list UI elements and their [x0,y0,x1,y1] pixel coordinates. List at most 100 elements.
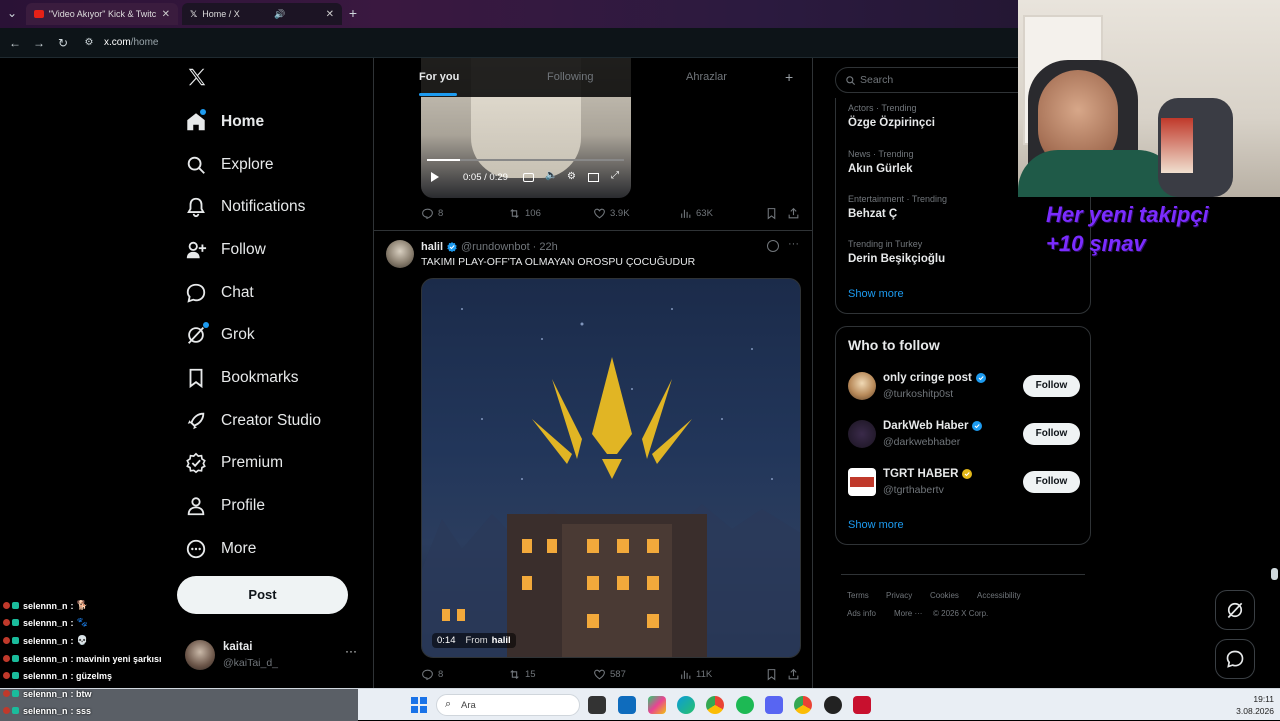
post-author[interactable]: halil [421,241,443,253]
app-icon[interactable] [853,696,871,714]
tab-ahrazlar[interactable]: Ahrazlar [686,58,727,97]
site-info-icon[interactable]: ⚙ [80,34,98,52]
who-to-follow-show-more-link[interactable]: Show more [848,519,904,531]
follow-button[interactable]: Follow [1023,375,1080,397]
share-button[interactable] [787,668,804,681]
volume-icon[interactable]: 🔈 [545,170,557,181]
pip-icon[interactable] [588,173,599,182]
sidebar-item-follow[interactable]: Follow [185,232,266,268]
share-button[interactable] [787,207,804,220]
sidebar-item-label: Premium [221,454,284,471]
active-tab-indicator [419,93,457,96]
post-more-icon[interactable]: ··· [788,238,799,250]
chrome-icon[interactable] [706,696,724,714]
sidebar-item-profile[interactable]: Profile [185,488,265,524]
like-button[interactable]: 3.9K [593,207,630,220]
avatar[interactable] [848,420,876,448]
sidebar-item-home[interactable]: Home [185,104,264,140]
taskbar-search[interactable]: ⌕ Ara [436,694,580,716]
back-icon[interactable]: ← [6,34,24,52]
suggested-account-name[interactable]: only cringe post [883,372,987,384]
copilot-icon[interactable] [648,696,666,714]
url-field[interactable]: x.com/home [104,32,1024,54]
video-progress-track[interactable] [427,159,624,161]
avatar[interactable] [848,468,876,496]
reply-button[interactable]: 8 [421,207,443,220]
sidebar-item-label: Follow [221,241,266,258]
taskbar-clock[interactable]: 19:11 3.08.2026 [1222,693,1274,717]
tab-following[interactable]: Following [547,58,593,97]
obs-icon[interactable] [824,696,842,714]
page-scrollbar-thumb[interactable] [1271,568,1278,580]
post-handle[interactable]: @rundownbot [461,241,530,253]
spotify-icon[interactable] [736,696,754,714]
task-view-icon[interactable] [588,696,606,714]
follow-button[interactable]: Follow [1023,423,1080,445]
settings-icon[interactable]: ⚙ [567,171,576,182]
sidebar-item-chat[interactable]: Chat [185,275,254,311]
tab-list-chevron-icon[interactable]: ⌄ [3,4,21,22]
forward-icon[interactable]: → [30,34,48,52]
footer-ads-info[interactable]: Ads info [847,609,876,618]
trends-show-more-link[interactable]: Show more [848,288,904,300]
footer-cookies[interactable]: Cookies [930,591,959,600]
footer-accessibility[interactable]: Accessibility [977,591,1021,600]
sidebar-item-explore[interactable]: Explore [185,147,274,183]
footer-privacy[interactable]: Privacy [886,591,912,600]
video-from-author[interactable]: halil [492,635,511,646]
sidebar-item-label: Creator Studio [221,412,321,429]
sidebar-item-grok[interactable]: Grok [185,317,255,353]
grok-floating-button[interactable] [1215,590,1255,630]
account-more-icon[interactable]: ··· [345,644,357,658]
new-tab-button[interactable]: + [344,4,362,22]
reload-icon[interactable]: ↻ [54,34,72,52]
sidebar-item-bookmarks[interactable]: Bookmarks [185,360,299,396]
browser-tab-home-x[interactable]: 𝕏 Home / X 🔊 ✕ [182,3,342,25]
sidebar-item-premium[interactable]: Premium [185,445,283,481]
bookmark-button[interactable] [765,207,782,220]
sidebar-item-notifications[interactable]: Notifications [185,189,305,225]
fullscreen-icon[interactable]: ⤢ [611,170,619,181]
repost-button[interactable]: 15 [508,668,536,681]
views-button[interactable]: 63K [679,207,713,220]
suggested-account-name[interactable]: DarkWeb Haber [883,420,983,432]
video-time: 0:05 / 0:29 [463,172,508,183]
close-tab-icon[interactable]: ✕ [320,9,334,20]
chat-floating-button[interactable] [1215,639,1255,679]
trend-category: Trending in Turkey [848,239,923,249]
follow-button[interactable]: Follow [1023,471,1080,493]
footer-terms[interactable]: Terms [847,591,869,600]
captions-icon[interactable] [523,173,534,182]
chrome-active-icon[interactable] [794,696,812,714]
footer-more[interactable]: More ··· [894,609,922,618]
grok-icon[interactable] [767,240,779,252]
chat-user: selennn_n [23,635,68,646]
avatar[interactable] [848,372,876,400]
tab-for-you[interactable]: For you [419,58,459,97]
close-tab-icon[interactable]: ✕ [156,9,170,20]
sidebar-item-more[interactable]: More [185,531,256,567]
views-button[interactable]: 11K [679,668,712,681]
suggested-account-name[interactable]: TGRT HABER [883,468,973,480]
post-video-player[interactable]: 0:14 From halil [421,278,801,658]
post-avatar[interactable] [386,240,414,268]
like-button[interactable]: 587 [593,668,626,681]
repost-button[interactable]: 106 [508,207,541,220]
chat-message: selennn_n: btw [3,686,92,701]
play-icon[interactable] [431,172,439,182]
outlook-icon[interactable] [618,696,636,714]
sidebar-item-creator-studio[interactable]: Creator Studio [185,403,321,439]
chat-text: : [70,635,74,646]
account-switcher[interactable]: kaitai @kaiTai_d_ ··· [185,638,365,674]
discord-icon[interactable] [765,696,783,714]
x-logo-icon[interactable] [186,66,210,90]
post-button[interactable]: Post [177,576,348,614]
edge-icon[interactable] [677,696,695,714]
windows-start-icon[interactable] [411,697,427,713]
post-time[interactable]: 22h [539,241,557,253]
browser-tab-kick[interactable]: "Video Akıyor" Kick & Twitch K ✕ [26,3,178,25]
add-tab-icon[interactable]: + [785,58,793,97]
reply-button[interactable]: 8 [421,668,443,681]
bookmark-button[interactable] [765,668,782,681]
repost-count: 15 [525,669,536,680]
